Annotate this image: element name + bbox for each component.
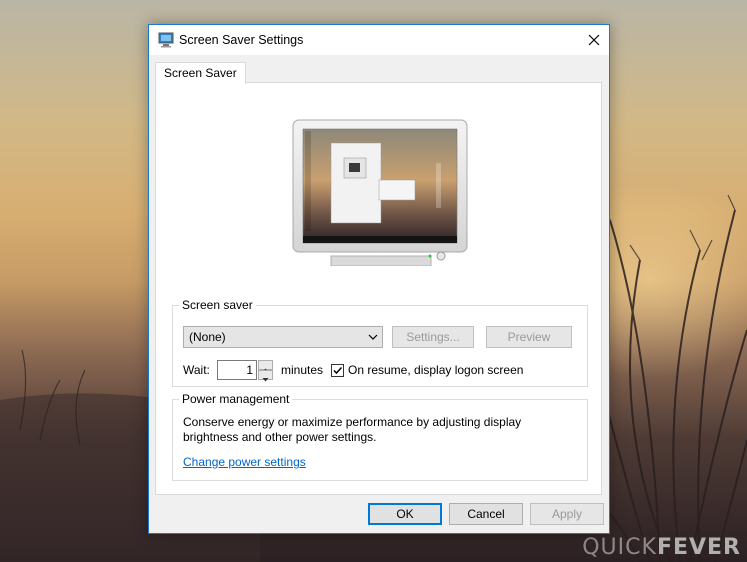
wait-minutes-input[interactable]: 1 [217,360,257,380]
settings-button[interactable]: Settings... [392,326,474,348]
close-icon [588,34,600,46]
apply-button[interactable]: Apply [530,503,604,525]
screen-saver-select[interactable]: (None) [183,326,383,348]
watermark: QUICKFEVER [582,535,741,560]
watermark-suffix: FEVER [656,535,741,560]
spin-down-button[interactable] [258,370,273,382]
spin-down-icon [262,378,269,382]
wait-label: Wait: [183,363,210,377]
screen-saver-icon [158,32,174,48]
window-title: Screen Saver Settings [179,33,304,47]
cancel-button[interactable]: Cancel [449,503,523,525]
title-bar: Screen Saver Settings [149,25,609,55]
monitor-preview [292,119,468,266]
screen-saver-selected-value: (None) [189,330,226,344]
power-description: Conserve energy or maximize performance … [183,415,522,444]
ok-button[interactable]: OK [368,503,442,525]
spin-up-button[interactable] [258,360,273,372]
close-button[interactable] [579,25,609,55]
power-management-group-label: Power management [179,392,293,406]
tab-panel: Screen saver (None) Settings... Preview … [155,82,602,495]
checkmark-icon [333,366,343,375]
minutes-label: minutes [281,363,324,377]
logon-screen-checkbox[interactable] [331,364,344,377]
wait-spinner [258,360,273,382]
preview-button[interactable]: Preview [486,326,572,348]
change-power-settings-link[interactable]: Change power settings [183,455,306,469]
screen-saver-dialog: Screen Saver Settings Screen Saver Scree… [148,24,610,534]
screen-saver-group: Screen saver (None) Settings... Preview … [172,298,588,387]
chevron-down-icon [368,334,378,340]
power-management-group: Power management Conserve energy or maxi… [172,392,588,481]
tab-screen-saver[interactable]: Screen Saver [155,62,246,84]
screen-saver-group-label: Screen saver [179,298,256,312]
logon-screen-label[interactable]: On resume, display logon screen [348,363,523,377]
watermark-prefix: QUICK [582,535,657,560]
